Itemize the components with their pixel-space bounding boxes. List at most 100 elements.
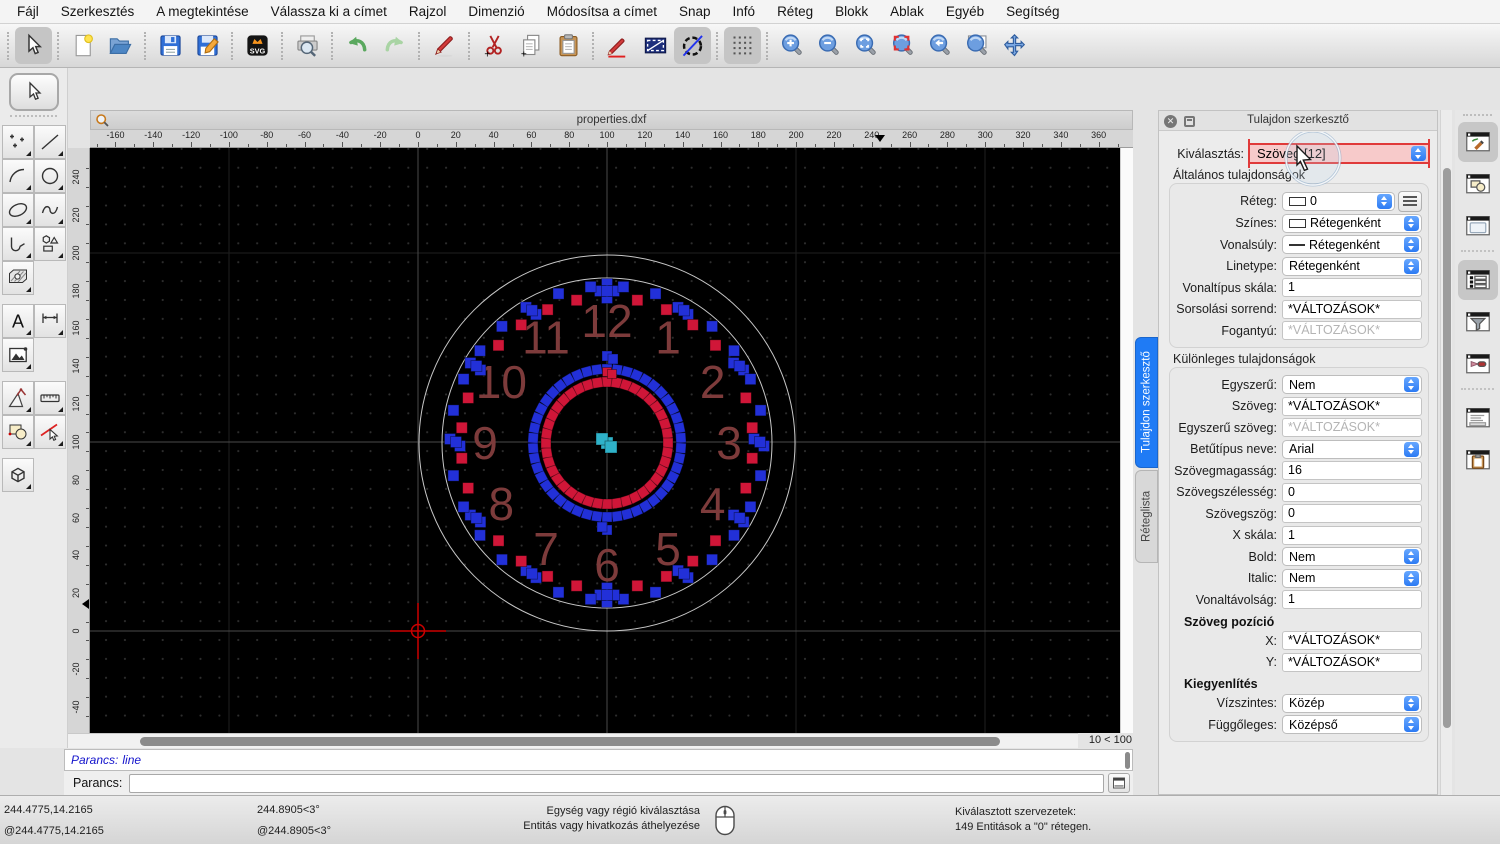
zoom-auto-button[interactable] xyxy=(848,27,885,64)
v-zszintes-select[interactable]: Közép xyxy=(1282,693,1422,713)
bold-select[interactable]: Nem xyxy=(1282,547,1422,566)
layer-menu-button[interactable] xyxy=(1398,190,1422,212)
sorsol-si-sorrend-field[interactable]: *VÁLTOZÁSOK* xyxy=(1282,299,1422,319)
menu-v-lassza-ki-a-c-met[interactable]: Válassza ki a címet xyxy=(260,0,398,24)
snap-grid-button[interactable] xyxy=(724,27,761,64)
zoom-previous-button[interactable] xyxy=(922,27,959,64)
sz-veg-field[interactable]: *VÁLTOZÁSOK* xyxy=(1282,396,1422,416)
cut-button[interactable]: + xyxy=(476,27,513,64)
command-line-window-button[interactable] xyxy=(1458,398,1498,438)
zoom-redraw-button[interactable] xyxy=(885,27,922,64)
modify-tools-button[interactable] xyxy=(2,381,34,415)
point-tools-button[interactable] xyxy=(2,125,34,159)
selection-dropdown[interactable]: Szöveg [12] xyxy=(1248,139,1430,168)
measure-tools-button[interactable] xyxy=(34,381,66,415)
zoom-pan-button[interactable] xyxy=(996,27,1033,64)
library-browser-window-button[interactable] xyxy=(1458,206,1498,246)
dimension-tools-button[interactable] xyxy=(34,304,66,338)
zoom-window-button[interactable] xyxy=(959,27,996,64)
bet-t-pus-neve-select[interactable]: Arial xyxy=(1282,439,1422,459)
menu-r-teg[interactable]: Réteg xyxy=(766,0,824,24)
menu-egy-b[interactable]: Egyéb xyxy=(935,0,995,24)
sz-nes-select[interactable]: Rétegenként xyxy=(1282,213,1422,233)
tab-property-editor[interactable]: Tulajdon szerkesztő xyxy=(1135,337,1158,468)
menu-f-jl[interactable]: Fájl xyxy=(6,0,50,24)
property-editor-window-button[interactable] xyxy=(1457,122,1498,162)
selection-filter-window-button[interactable] xyxy=(1458,302,1498,342)
hatch-tool-button[interactable] xyxy=(2,261,34,295)
x-sk-la-field[interactable]: 1 xyxy=(1282,525,1422,545)
menu-inf[interactable]: Infó xyxy=(722,0,767,24)
svg-export-button[interactable]: SVG xyxy=(239,27,276,64)
zoom-out-button[interactable] xyxy=(811,27,848,64)
entity-select-tools-button[interactable] xyxy=(34,415,66,449)
command-options-window-button[interactable] xyxy=(1458,344,1498,384)
r-teg-select[interactable]: 0 xyxy=(1282,191,1395,211)
print-preview-button[interactable] xyxy=(289,27,326,64)
copy-button[interactable]: + xyxy=(513,27,550,64)
block-tools-button[interactable] xyxy=(2,415,34,449)
zoom-in-button[interactable] xyxy=(774,27,811,64)
menu-rajzol[interactable]: Rajzol xyxy=(398,0,458,24)
egyszer-sz-veg-field[interactable]: *VÁLTOZÁSOK* xyxy=(1282,418,1422,437)
vonalt-pus-sk-la-field[interactable]: 1 xyxy=(1282,278,1422,297)
open-file-button[interactable] xyxy=(102,27,139,64)
menu-snap[interactable]: Snap xyxy=(668,0,722,24)
canvas-v-scrollbar[interactable] xyxy=(1120,148,1133,733)
redo-button[interactable] xyxy=(376,27,413,64)
sz-vegsz-less-g-field[interactable]: 0 xyxy=(1282,482,1422,502)
panel-scrollbar[interactable] xyxy=(1440,110,1452,795)
shape-tools-button[interactable] xyxy=(34,227,66,261)
save-button[interactable] xyxy=(152,27,189,64)
vonals-ly-select[interactable]: Rétegenként xyxy=(1282,235,1422,254)
sz-vegmagass-g-field[interactable]: 16 xyxy=(1282,461,1422,480)
ellipse-tools-button[interactable] xyxy=(2,193,34,227)
egyszer-select[interactable]: Nem xyxy=(1282,375,1422,394)
linetype-select[interactable]: Rétegenként xyxy=(1282,256,1422,276)
tab-layer-list[interactable]: Réteglista xyxy=(1135,470,1158,563)
command-detach-button[interactable] xyxy=(1108,773,1130,793)
menu-m-dos-tsa-a-c-met[interactable]: Módosítsa a címet xyxy=(536,0,668,24)
palette-drag-handle[interactable] xyxy=(10,115,57,119)
line-tools-button[interactable] xyxy=(34,125,66,159)
draw-pencil-button[interactable] xyxy=(600,27,637,64)
document-title-bar[interactable]: properties.dxf xyxy=(90,110,1133,130)
circle-tools-button[interactable] xyxy=(34,159,66,193)
y-field[interactable]: *VÁLTOZÁSOK* xyxy=(1282,652,1422,672)
menu-seg-ts-g[interactable]: Segítség xyxy=(995,0,1070,24)
undo-button[interactable] xyxy=(339,27,376,64)
arc-tools-button[interactable] xyxy=(2,159,34,193)
sz-vegsz-g-field[interactable]: 0 xyxy=(1282,504,1422,523)
layer-list-window-button[interactable] xyxy=(1457,260,1498,300)
h-scrollbar-thumb[interactable] xyxy=(140,737,1000,746)
block-list-window-button[interactable] xyxy=(1458,164,1498,204)
panel-scrollbar-thumb[interactable] xyxy=(1443,168,1451,728)
new-document-button[interactable] xyxy=(65,27,102,64)
text-tool-button[interactable]: A xyxy=(2,304,34,338)
f-gg-leges-select[interactable]: Középső xyxy=(1282,715,1422,734)
delete-entity-button[interactable] xyxy=(426,27,463,64)
clipboard-window-button[interactable] xyxy=(1458,440,1498,480)
command-input[interactable] xyxy=(129,773,1104,793)
select-rectangle-button[interactable] xyxy=(637,27,674,64)
select-arrow-button[interactable] xyxy=(15,27,52,64)
history-scrollbar[interactable] xyxy=(1125,752,1130,769)
italic-select[interactable]: Nem xyxy=(1282,568,1422,588)
foganty-field[interactable]: *VÁLTOZÁSOK* xyxy=(1282,321,1422,340)
canvas-h-scrollbar[interactable] xyxy=(68,733,1078,748)
spline-tools-button[interactable] xyxy=(34,193,66,227)
menu-ablak[interactable]: Ablak xyxy=(879,0,935,24)
drawing-canvas[interactable]: 12 1 2 3 4 5 6 7 8 9 10 11 xyxy=(90,148,1120,733)
x-field[interactable]: *VÁLTOZÁSOK* xyxy=(1282,631,1422,650)
menu-szerkeszt-s[interactable]: Szerkesztés xyxy=(50,0,146,24)
image-tool-button[interactable] xyxy=(2,338,34,372)
polyline-tools-button[interactable] xyxy=(2,227,34,261)
panel-close-icon[interactable]: ✕ xyxy=(1164,114,1177,128)
vonalt-vols-g-field[interactable]: 1 xyxy=(1282,590,1422,609)
menu-blokk[interactable]: Blokk xyxy=(824,0,879,24)
deselect-all-button[interactable] xyxy=(674,27,711,64)
panel-detach-icon[interactable] xyxy=(1184,115,1195,127)
solid-tools-button[interactable] xyxy=(2,458,34,492)
paste-button[interactable] xyxy=(550,27,587,64)
selection-tool-button[interactable] xyxy=(8,73,59,111)
